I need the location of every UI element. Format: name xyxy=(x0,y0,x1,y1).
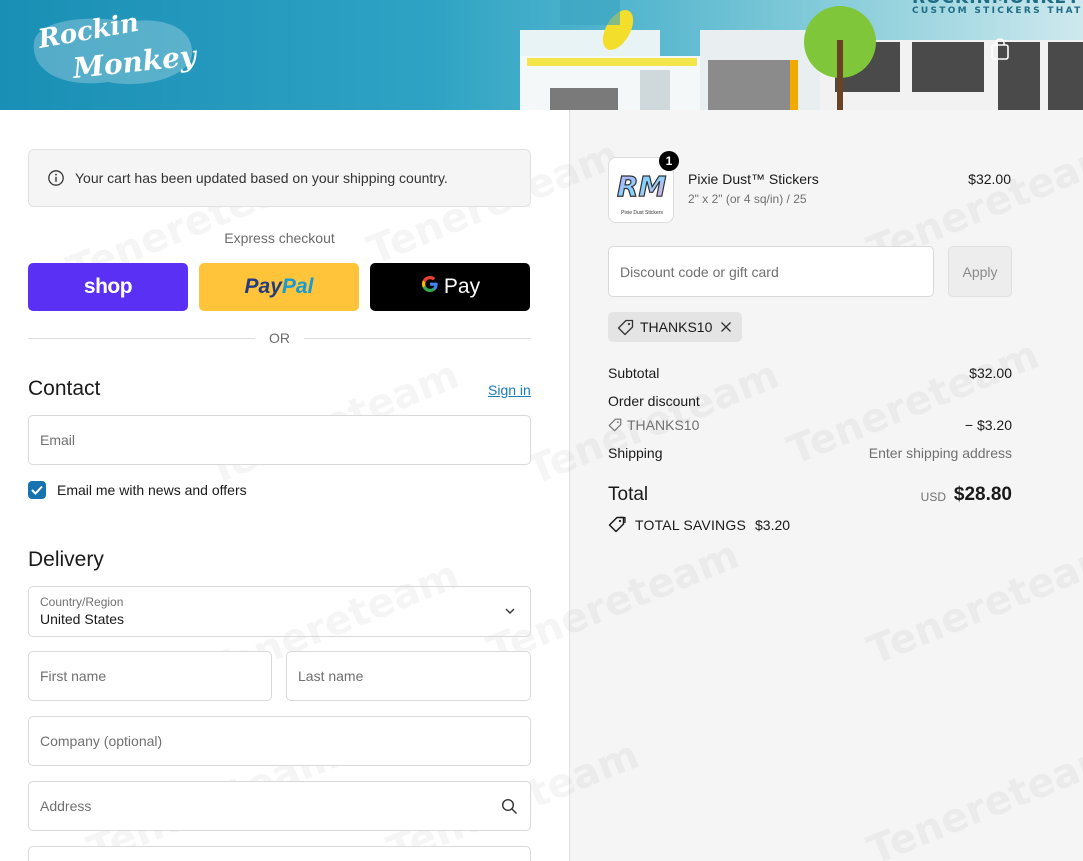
paypal-button[interactable]: Pay Pal xyxy=(199,263,359,311)
last-name-input[interactable] xyxy=(298,668,530,684)
company-input[interactable] xyxy=(40,733,530,749)
quantity-badge: 1 xyxy=(659,151,679,171)
or-divider: OR xyxy=(28,330,531,346)
next-field[interactable] xyxy=(28,846,531,861)
discount-code-field[interactable] xyxy=(608,246,934,297)
chevron-down-icon xyxy=(505,608,515,614)
country-value: United States xyxy=(40,611,125,627)
search-icon[interactable] xyxy=(501,798,518,815)
or-text: OR xyxy=(269,330,290,346)
first-name-field[interactable] xyxy=(28,651,272,701)
notice-text: Your cart has been updated based on your… xyxy=(75,170,448,186)
thumbnail-caption: Pixie Dust Stickers xyxy=(621,210,663,216)
sign-in-link[interactable]: Sign in xyxy=(488,382,531,398)
subtotal-value: $32.00 xyxy=(969,365,1012,381)
tag-icon xyxy=(608,418,622,432)
google-pay-button[interactable]: Pay xyxy=(370,263,530,311)
google-g-icon xyxy=(420,274,440,300)
savings-label: TOTAL SAVINGS xyxy=(635,516,746,533)
email-field[interactable] xyxy=(28,415,531,465)
shop-pay-label: shop xyxy=(83,275,133,298)
subtotal-label: Subtotal xyxy=(608,365,660,381)
country-select[interactable]: Country/Region United States xyxy=(28,586,531,637)
applied-code-text: THANKS10 xyxy=(640,319,713,335)
newsletter-checkbox-row[interactable]: Email me with news and offers xyxy=(28,481,247,499)
contact-title: Contact xyxy=(28,377,101,400)
savings-tag-icon xyxy=(608,516,626,533)
cart-updated-notice: Your cart has been updated based on your… xyxy=(28,149,531,207)
last-name-field[interactable] xyxy=(286,651,531,701)
first-name-input[interactable] xyxy=(40,668,271,684)
total-savings: TOTAL SAVINGS $3.20 xyxy=(608,516,790,533)
delivery-title: Delivery xyxy=(28,548,104,571)
product-thumbnail: RM Pixie Dust Stickers 1 xyxy=(608,151,679,223)
newsletter-checkbox[interactable] xyxy=(28,481,46,499)
newsletter-label: Email me with news and offers xyxy=(57,482,247,498)
discount-code-input[interactable] xyxy=(620,263,933,280)
paypal-label-pal: Pal xyxy=(281,275,314,298)
google-pay-label: Pay xyxy=(443,275,481,298)
total-amount: $28.80 xyxy=(953,484,1012,505)
apply-discount-button[interactable]: Apply xyxy=(948,246,1012,297)
product-name: Pixie Dust™ Stickers xyxy=(688,171,819,187)
shopping-bag-icon[interactable] xyxy=(988,38,1012,62)
info-icon xyxy=(48,170,64,186)
discount-code-label: THANKS10 xyxy=(627,417,700,433)
remove-code-icon[interactable] xyxy=(720,321,732,333)
shipping-label: Shipping xyxy=(608,445,663,461)
rockin-monkey-logo: Rockin Monkey xyxy=(33,12,198,85)
address-field[interactable] xyxy=(28,781,531,831)
shipping-value: Enter shipping address xyxy=(868,445,1012,461)
total-label: Total xyxy=(608,484,649,505)
order-discount-label: Order discount xyxy=(608,393,700,409)
product-price: $32.00 xyxy=(968,171,1011,187)
svg-text:RM: RM xyxy=(617,170,667,203)
country-label: Country/Region xyxy=(40,595,124,609)
discount-value: − $3.20 xyxy=(964,417,1012,433)
header-banner: Rockin Monkey ROCKINMONKEY CUSTOM STICKE… xyxy=(0,0,1083,110)
address-input[interactable] xyxy=(40,798,530,814)
email-input[interactable] xyxy=(40,432,530,448)
shop-pay-button[interactable]: shop xyxy=(28,263,188,311)
brand-tagline: CUSTOM STICKERS THAT ROC xyxy=(912,6,1083,16)
company-field[interactable] xyxy=(28,716,531,766)
total-currency: USD xyxy=(920,490,946,504)
product-variant: 2" x 2" (or 4 sq/in) / 25 xyxy=(688,192,807,206)
discount-code-row: THANKS10 xyxy=(608,417,699,433)
tag-icon xyxy=(617,319,634,335)
express-checkout-title: Express checkout xyxy=(224,230,335,246)
applied-discount-tag: THANKS10 xyxy=(608,312,743,342)
paypal-label-pay: Pay xyxy=(244,275,282,298)
checkmark-icon xyxy=(31,485,43,495)
savings-amount: $3.20 xyxy=(755,516,791,533)
